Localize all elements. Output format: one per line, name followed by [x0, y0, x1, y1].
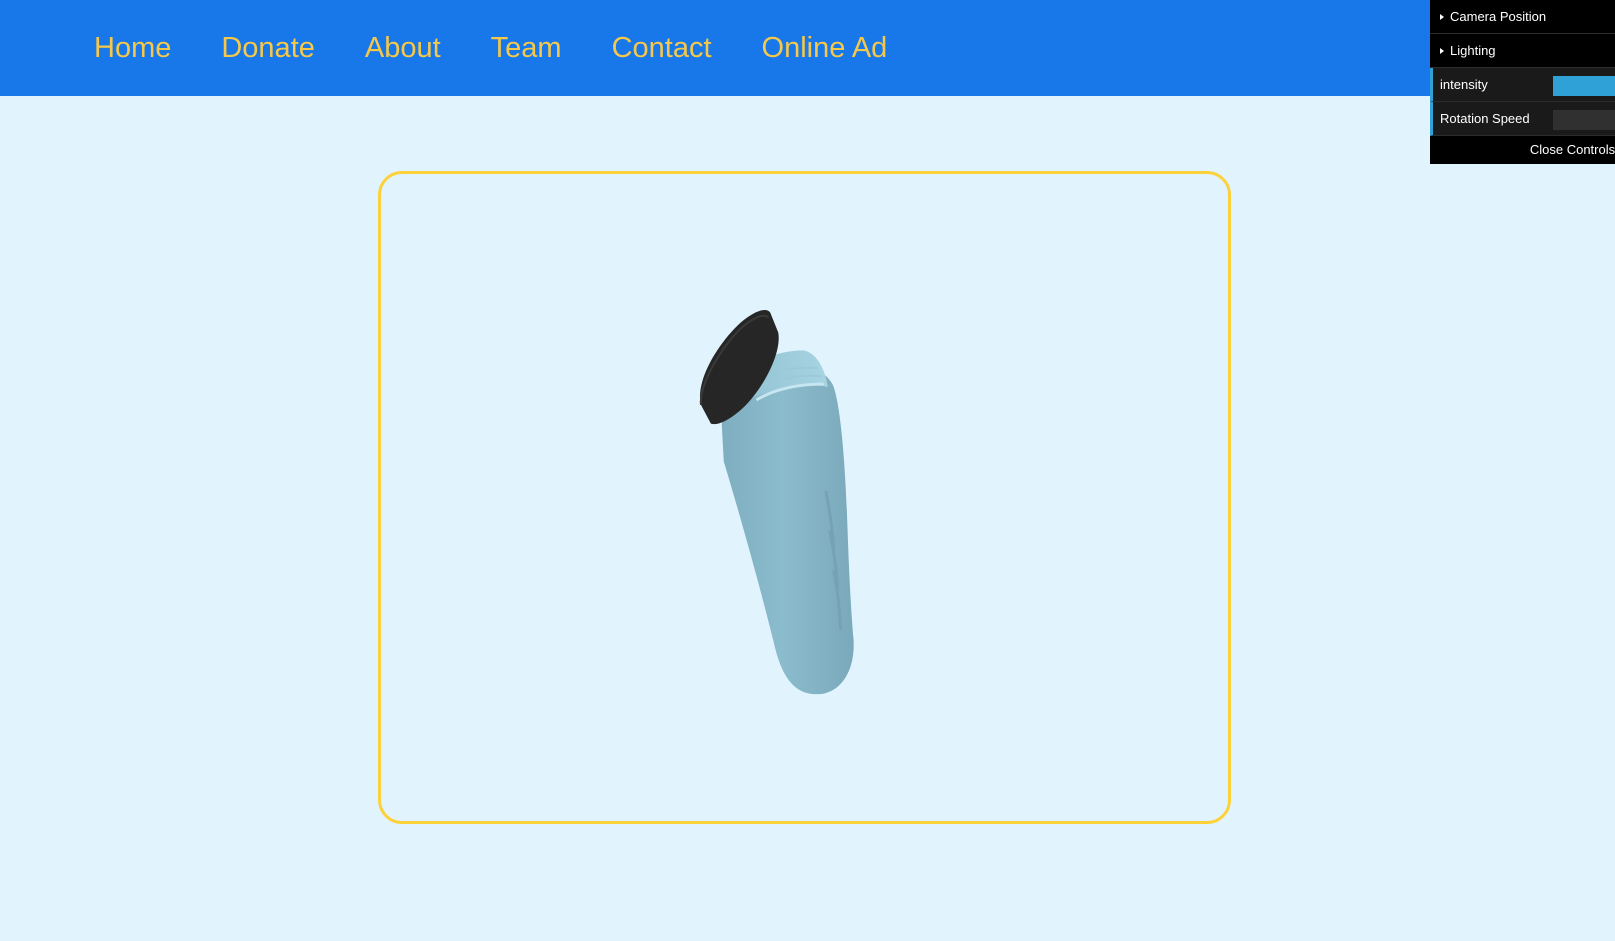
nav-link-contact[interactable]: Contact [612, 32, 712, 64]
control-intensity: intensity [1430, 68, 1615, 102]
nav-link-online-ad[interactable]: Online Ad [762, 32, 888, 64]
folder-label: Camera Position [1450, 9, 1547, 24]
nav-link-home[interactable]: Home [94, 32, 171, 64]
control-label: Rotation Speed [1440, 111, 1530, 126]
close-controls-button[interactable]: Close Controls [1430, 139, 1615, 164]
top-navbar: Home Donate About Team Contact Online Ad [0, 0, 1615, 96]
nav-link-donate[interactable]: Donate [221, 32, 315, 64]
controls-panel: Camera Position Lighting intensity Rotat… [1430, 0, 1615, 164]
folder-lighting[interactable]: Lighting [1430, 34, 1615, 68]
nav-link-about[interactable]: About [365, 32, 441, 64]
slider-fill [1553, 76, 1615, 96]
nav-link-team[interactable]: Team [491, 32, 562, 64]
folder-camera-position[interactable]: Camera Position [1430, 0, 1615, 34]
rotation-speed-slider[interactable] [1553, 110, 1615, 130]
water-bottle-model [699, 309, 854, 695]
folder-label: Lighting [1450, 43, 1496, 58]
caret-right-icon [1440, 13, 1444, 20]
caret-right-icon [1440, 47, 1444, 54]
3d-viewer-canvas[interactable] [378, 171, 1231, 824]
control-label: intensity [1440, 77, 1488, 92]
intensity-slider[interactable] [1553, 76, 1615, 96]
nav-menu: Home Donate About Team Contact Online Ad [0, 0, 937, 96]
control-rotation-speed: Rotation Speed [1430, 102, 1615, 136]
